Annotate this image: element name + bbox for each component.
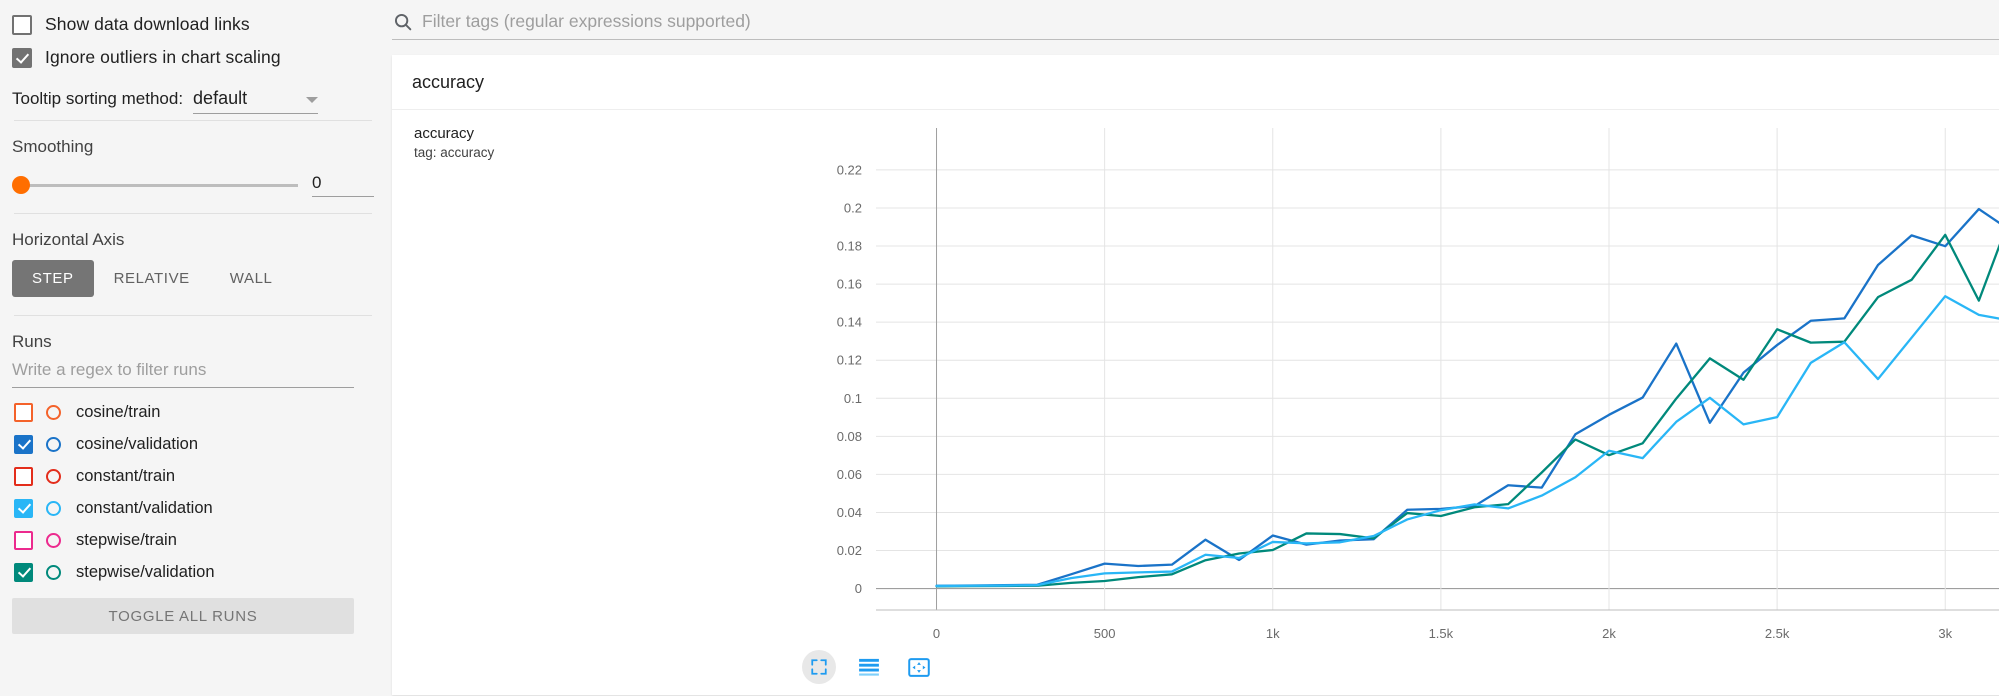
x-axis-tick-label: 2k: [1602, 626, 1616, 641]
settings-sidebar: Show data download links Ignore outliers…: [0, 0, 386, 696]
ignore-outliers-label: Ignore outliers in chart scaling: [45, 47, 281, 68]
chart-toolbar: [802, 650, 936, 684]
ignore-outliers-checkbox[interactable]: [12, 48, 32, 68]
y-axis-tick-label: 0.16: [837, 277, 862, 292]
run-color-circle-icon[interactable]: [46, 469, 61, 484]
y-axis-tick-label: 0.12: [837, 353, 862, 368]
run-label: constant/validation: [76, 499, 213, 518]
run-label: constant/train: [76, 467, 175, 486]
y-axis-tick-label: 0.08: [837, 429, 862, 444]
run-color-circle-icon[interactable]: [46, 501, 61, 516]
series-line-constant-validation: [937, 206, 1999, 586]
horizontal-axis-title: Horizontal Axis: [0, 214, 386, 250]
runs-list: cosine/train cosine/validation constant/tr…: [0, 388, 386, 588]
smoothing-group: Smoothing 0: [0, 121, 386, 213]
run-row[interactable]: constant/train: [0, 460, 386, 492]
smoothing-slider-thumb[interactable]: [12, 176, 30, 194]
accuracy-chart-area: accuracy tag: accuracy 0 0.02 0.04 0.06 0.08…: [392, 110, 1999, 694]
x-axis-tick-label: 2.5k: [1765, 626, 1790, 641]
run-row[interactable]: stepwise/validation: [0, 556, 386, 588]
run-label: stepwise/validation: [76, 563, 215, 582]
ignore-outliers-row[interactable]: Ignore outliers in chart scaling: [0, 41, 386, 74]
run-color-circle-icon[interactable]: [46, 533, 61, 548]
chevron-down-icon: [306, 97, 318, 103]
chart-caption: accuracy tag: accuracy: [414, 124, 494, 162]
accuracy-line-chart[interactable]: 0 0.02 0.04 0.06 0.08 0.1 0.12 0.14 0.16 0.18 0.2 0…: [392, 110, 1999, 694]
runs-title: Runs: [0, 316, 386, 352]
main-content: accuracy accuracy tag: accuracy 0 0.02 0.0…: [386, 0, 1999, 696]
show-data-download-links-label: Show data download links: [45, 14, 250, 35]
toggle-all-runs-button[interactable]: TOGGLE ALL RUNS: [12, 598, 354, 634]
run-checkbox[interactable]: [14, 467, 33, 486]
tooltip-sorting-select[interactable]: default: [193, 88, 318, 114]
axis-button-relative[interactable]: RELATIVE: [94, 260, 210, 297]
x-axis-tick-label: 1.5k: [1429, 626, 1454, 641]
accuracy-card-header[interactable]: accuracy: [392, 55, 1999, 110]
run-checkbox[interactable]: [14, 563, 33, 582]
run-checkbox[interactable]: [14, 435, 33, 454]
search-icon: [392, 11, 414, 33]
smoothing-slider-row: 0: [0, 157, 386, 213]
run-color-circle-icon[interactable]: [46, 437, 61, 452]
run-color-circle-icon[interactable]: [46, 565, 61, 580]
tensorboard-scalars-page: Show data download links Ignore outliers…: [0, 0, 1999, 696]
axis-button-step[interactable]: STEP: [12, 260, 94, 297]
run-row[interactable]: cosine/validation: [0, 428, 386, 460]
smoothing-value: 0: [312, 173, 321, 192]
run-label: stepwise/train: [76, 531, 177, 550]
lines-icon[interactable]: [852, 650, 886, 684]
show-data-download-links-checkbox[interactable]: [12, 15, 32, 35]
y-axis-tick-label: 0.18: [837, 239, 862, 254]
y-axis-tick-label: 0: [855, 581, 862, 596]
run-checkbox[interactable]: [14, 531, 33, 550]
x-axis-tick-label: 1k: [1266, 626, 1280, 641]
expand-icon[interactable]: [802, 650, 836, 684]
smoothing-slider[interactable]: [22, 184, 298, 187]
run-label: cosine/validation: [76, 435, 198, 454]
series-line-cosine-validation: [937, 161, 1999, 586]
run-row[interactable]: constant/validation: [0, 492, 386, 524]
y-axis-tick-label: 0.02: [837, 543, 862, 558]
runs-filter-input[interactable]: [12, 358, 354, 388]
series-line-stepwise-validation: [937, 168, 1999, 587]
y-axis-tick-label: 0.14: [837, 315, 862, 330]
accuracy-card: accuracy accuracy tag: accuracy 0 0.02 0.0…: [392, 55, 1999, 695]
show-data-download-links-row[interactable]: Show data download links: [0, 8, 386, 41]
x-axis-tick-label: 3k: [1938, 626, 1952, 641]
y-axis-tick-label: 0.1: [844, 391, 862, 406]
fit-icon[interactable]: [902, 650, 936, 684]
runs-group: Runs cosine/train cosine/validation consta…: [0, 316, 386, 634]
run-checkbox[interactable]: [14, 403, 33, 422]
y-axis-tick-label: 0.04: [837, 505, 862, 520]
axis-button-wall[interactable]: WALL: [210, 260, 293, 297]
x-axis-tick-label: 500: [1094, 626, 1116, 641]
tag-filter-bar: [386, 0, 1999, 44]
run-row[interactable]: cosine/train: [0, 396, 386, 428]
tag-filter-field[interactable]: [392, 10, 1999, 40]
tooltip-sorting-label: Tooltip sorting method:: [12, 89, 183, 114]
run-row[interactable]: stepwise/train: [0, 524, 386, 556]
y-axis-tick-label: 0.2: [844, 200, 862, 215]
run-label: cosine/train: [76, 403, 160, 422]
display-options-group: Show data download links Ignore outliers…: [0, 0, 386, 120]
chart-caption-subtitle: tag: accuracy: [414, 144, 494, 162]
smoothing-value-field[interactable]: 0: [312, 173, 374, 197]
x-axis-tick-label: 0: [933, 626, 940, 641]
horizontal-axis-buttons: STEP RELATIVE WALL: [0, 250, 386, 315]
chart-caption-title: accuracy: [414, 124, 494, 144]
tag-filter-input[interactable]: [420, 10, 1999, 33]
accuracy-card-title: accuracy: [412, 72, 484, 93]
horizontal-axis-group: Horizontal Axis STEP RELATIVE WALL: [0, 214, 386, 315]
tooltip-sorting-row: Tooltip sorting method: default: [0, 74, 386, 120]
tooltip-sorting-value: default: [193, 88, 247, 109]
y-axis-tick-label: 0.06: [837, 467, 862, 482]
run-checkbox[interactable]: [14, 499, 33, 518]
y-axis-tick-label: 0.22: [837, 162, 862, 177]
run-color-circle-icon[interactable]: [46, 405, 61, 420]
smoothing-title: Smoothing: [0, 121, 386, 157]
